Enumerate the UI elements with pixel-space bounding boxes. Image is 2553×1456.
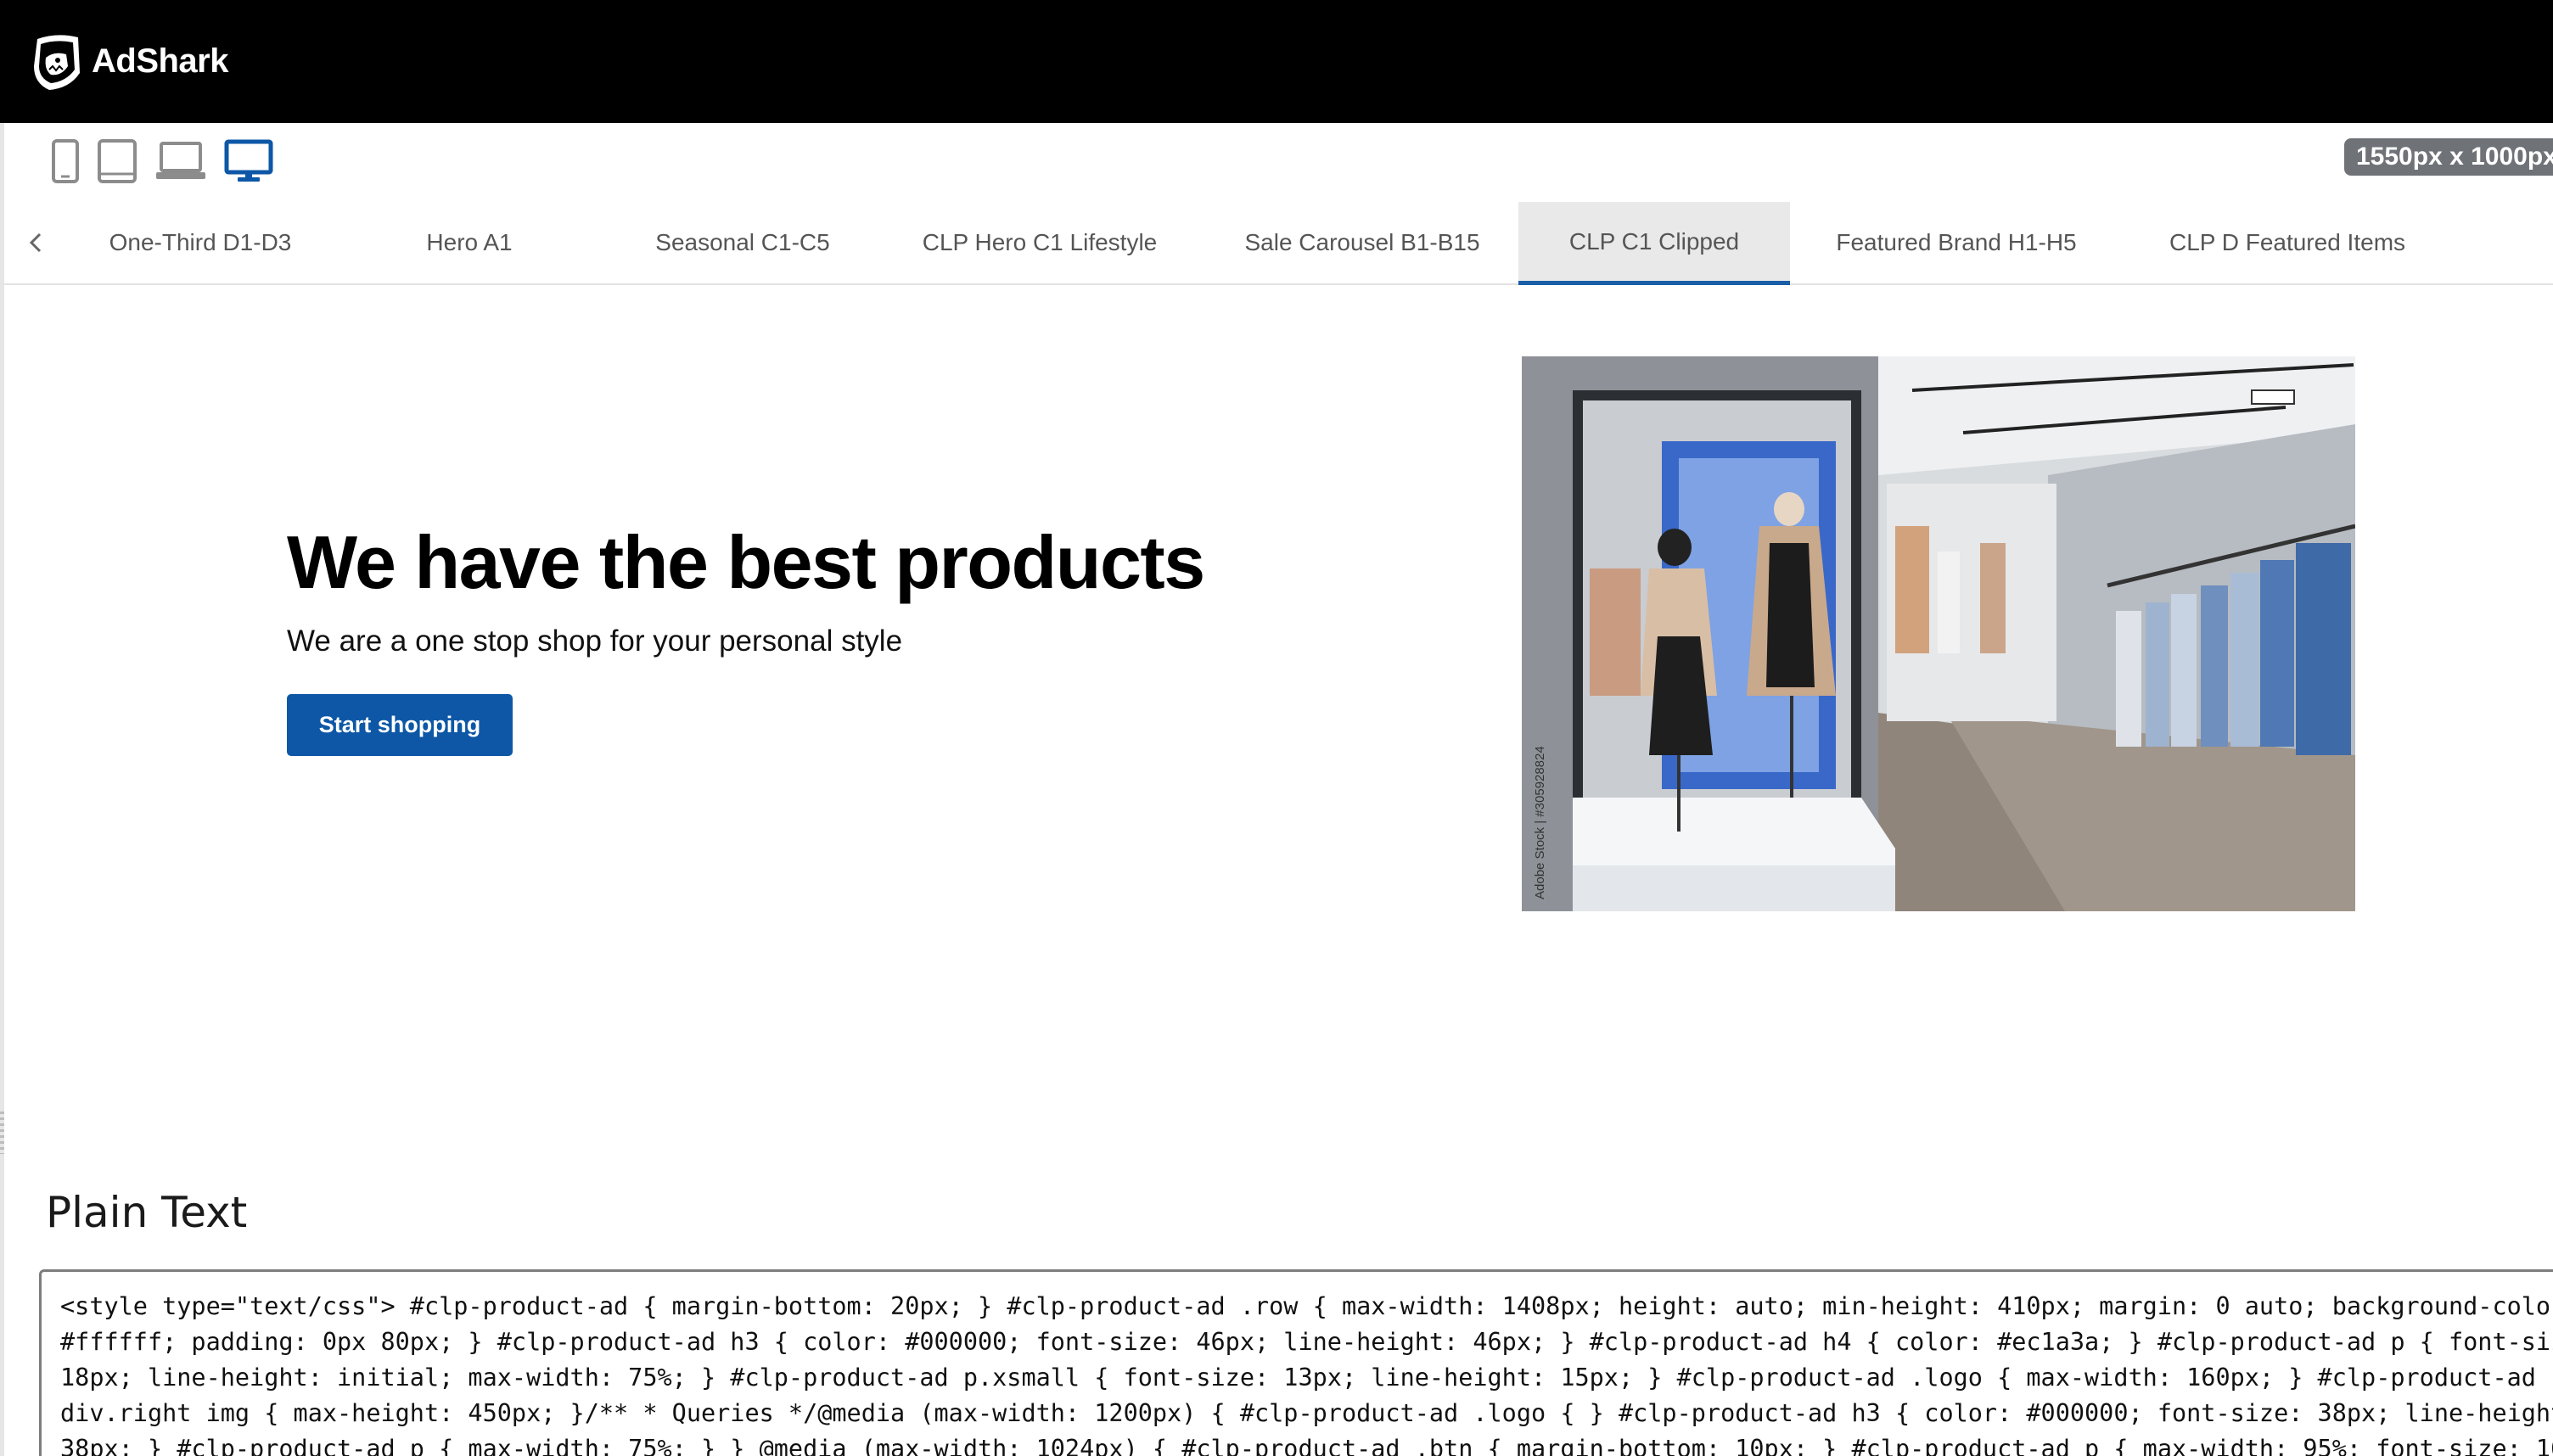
left-divider xyxy=(0,123,4,1456)
device-phone-button[interactable] xyxy=(51,138,80,184)
app-name: AdShark xyxy=(92,42,229,80)
device-desktop-button[interactable] xyxy=(224,139,273,183)
device-toolbar xyxy=(51,134,273,188)
tab-seasonal[interactable]: Seasonal C1-C5 xyxy=(632,202,853,283)
code-line: 38px; } #clp-product-ad p { max-width: 7… xyxy=(60,1435,2553,1456)
tablet-icon xyxy=(98,139,137,183)
hero-title: We have the best products xyxy=(287,520,1205,604)
plain-text-code-field[interactable]: <style type="text/css"> #clp-product-ad … xyxy=(39,1269,2553,1456)
tab-clp-d-featured-items[interactable]: CLP D Featured Items xyxy=(2143,202,2432,283)
template-tabs: One-Third D1-D3 Hero A1 Seasonal C1-C5 C… xyxy=(4,202,2553,285)
phone-icon xyxy=(52,139,79,183)
tab-one-third[interactable]: One-Third D1-D3 xyxy=(77,202,323,283)
code-line: 18px; line-height: initial; max-width: 7… xyxy=(60,1364,2536,1392)
tab-clp-hero-lifestyle[interactable]: CLP Hero C1 Lifestyle xyxy=(904,202,1176,283)
code-line: div.right img { max-height: 450px; }/** … xyxy=(60,1399,2553,1427)
tab-hero-a1[interactable]: Hero A1 xyxy=(356,202,582,283)
viewport-size-badge: 1550px x 1000px xyxy=(2344,138,2553,176)
device-laptop-button[interactable] xyxy=(154,140,207,182)
image-watermark: Adobe Stock | #305928824 xyxy=(1533,746,1547,899)
device-tablet-button[interactable] xyxy=(97,138,137,184)
plain-text-heading: Plain Text xyxy=(46,1188,248,1237)
store-interior-image xyxy=(1522,356,2355,911)
code-line: <style type="text/css"> #clp-product-ad … xyxy=(60,1292,2553,1320)
laptop-icon xyxy=(156,142,205,179)
tab-featured-brand[interactable]: Featured Brand H1-H5 xyxy=(1812,202,2101,283)
hero-subtitle: We are a one stop shop for your personal… xyxy=(287,624,903,658)
app-header: AdShark xyxy=(0,0,2553,123)
tab-clp-c1-clipped[interactable]: CLP C1 Clipped xyxy=(1518,202,1790,285)
code-line: #ffffff; padding: 0px 80px; } #clp-produ… xyxy=(60,1328,2553,1356)
chevron-left-icon[interactable] xyxy=(23,227,48,258)
resize-handle[interactable] xyxy=(0,1112,4,1154)
shark-logo-icon[interactable] xyxy=(29,32,85,92)
desktop-icon xyxy=(224,139,273,182)
start-shopping-button[interactable]: Start shopping xyxy=(287,694,513,756)
tab-sale-carousel[interactable]: Sale Carousel B1-B15 xyxy=(1218,202,1507,283)
